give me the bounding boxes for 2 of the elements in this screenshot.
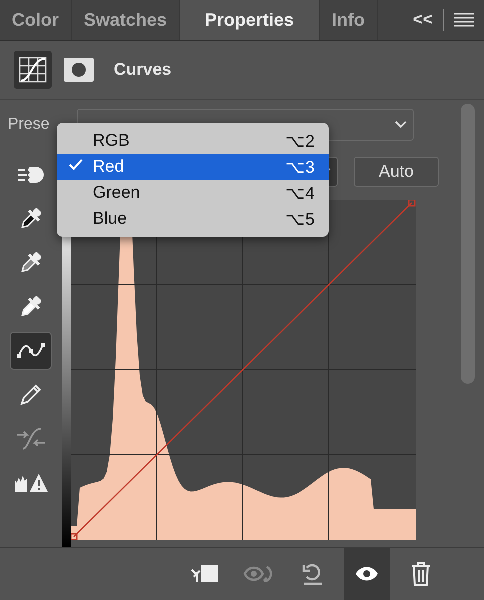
panel-title: Curves (114, 60, 172, 80)
preset-label: Prese (8, 116, 51, 134)
